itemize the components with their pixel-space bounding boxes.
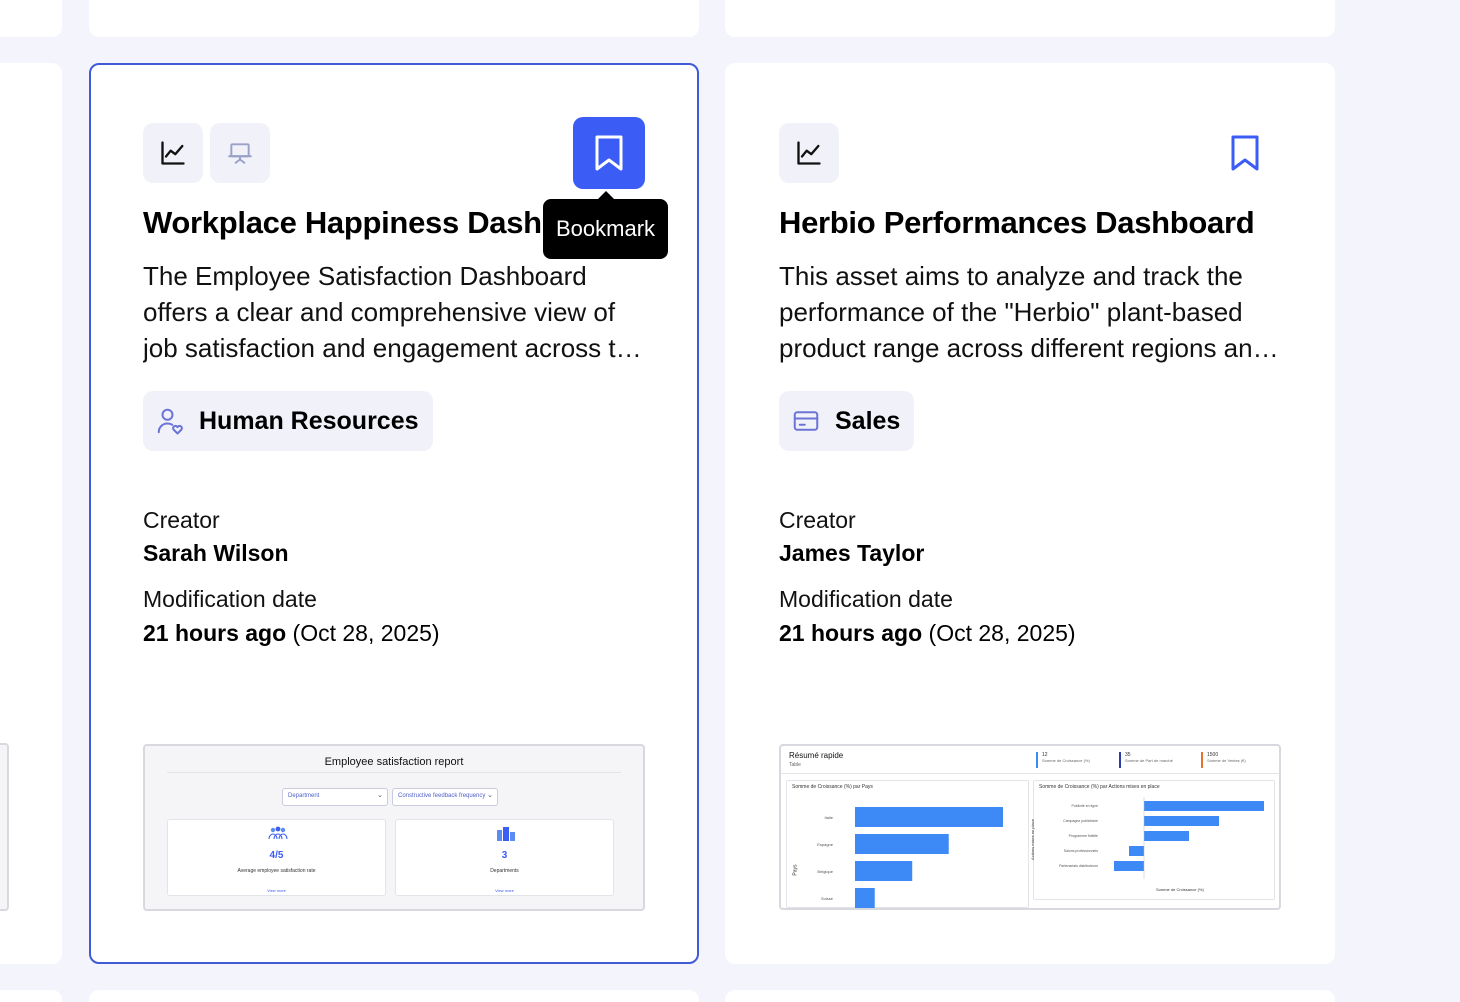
- partial-card-left-thumb: [0, 743, 9, 911]
- bar: [855, 861, 913, 881]
- bar: [1114, 861, 1144, 871]
- bookmark-icon: [595, 135, 623, 171]
- bar: [855, 888, 875, 908]
- creator-name: Sarah Wilson: [143, 540, 289, 566]
- asset-card-workplace-happiness[interactable]: Bookmark Workplace Happiness Dashboard T…: [89, 63, 699, 964]
- preview-filter-feedback: Constructive feedback frequency ⌄: [392, 788, 498, 806]
- preview-title: Employee satisfaction report: [324, 756, 464, 768]
- buildings-icon: [497, 827, 515, 841]
- bookmark-button[interactable]: [1209, 117, 1281, 189]
- asset-card-herbio-performances[interactable]: Herbio Performances Dashboard This asset…: [725, 63, 1335, 964]
- bar: [855, 834, 949, 854]
- preview-kpi-satisfaction: 4/5 Average employee satisfaction rate V…: [167, 819, 386, 896]
- preview-kpi-departments: 3 Departments View more: [395, 819, 614, 896]
- line-chart-icon: [161, 141, 185, 165]
- category-tag-label: Human Resources: [199, 406, 419, 435]
- bookmark-icon: [1231, 135, 1259, 171]
- card-description: The Employee Satisfaction Dashboard offe…: [143, 261, 645, 363]
- bar-label: Suisse: [821, 896, 834, 901]
- category-tag[interactable]: Sales: [779, 391, 915, 451]
- bar-label: Partenariats distributeurs: [1059, 864, 1098, 868]
- dashboard-preview: Employee satisfaction report Department …: [143, 744, 645, 911]
- user-heart-icon: [157, 408, 183, 435]
- presentation-type-icon-box[interactable]: [210, 123, 270, 183]
- date-absolute: (Oct 28, 2025): [292, 620, 440, 646]
- preview-summary-header: Résumé rapide Table 12 Somme de Croissan…: [781, 746, 1279, 774]
- date-relative: 21 hours ago: [143, 620, 287, 646]
- bar-label: Publicité en ligne: [1072, 804, 1099, 808]
- modification-date-label: Modification date: [143, 586, 317, 612]
- preview-chart-pays: Somme de Croissance (%) par Pays Pays It…: [786, 780, 1029, 908]
- preview-filter-department: Department ⌄: [282, 788, 388, 806]
- bar: [1144, 816, 1219, 826]
- bar: [855, 807, 1003, 827]
- modification-date: 21 hours ago (Oct 28, 2025): [143, 620, 440, 647]
- bar: [1144, 801, 1264, 811]
- people-icon: [268, 826, 288, 840]
- partial-card-top-right[interactable]: [725, 0, 1335, 37]
- bar-label: Salons professionnels: [1064, 849, 1098, 853]
- partial-card-left[interactable]: [0, 63, 62, 964]
- partial-card-bottom-left[interactable]: [0, 990, 62, 1002]
- modification-date: 21 hours ago (Oct 28, 2025): [779, 620, 1076, 647]
- card-title[interactable]: Herbio Performances Dashboard: [779, 205, 1299, 241]
- partial-card-top-left[interactable]: [0, 0, 62, 37]
- bar-label: Espagne: [817, 842, 834, 847]
- creator-label: Creator: [779, 507, 856, 533]
- creator-name: James Taylor: [779, 540, 925, 566]
- bar-label: Campagne publicitaire: [1063, 819, 1098, 823]
- date-relative: 21 hours ago: [779, 620, 923, 646]
- partial-card-bottom-right[interactable]: [725, 990, 1335, 1002]
- chart-growth-by-action: Publicité en ligne Campagne publicitaire P…: [1059, 797, 1264, 879]
- credit-card-icon: [793, 411, 819, 431]
- category-tag-label: Sales: [835, 406, 901, 435]
- card-description: This asset aims to analyze and track the…: [779, 261, 1268, 363]
- chart-growth-by-country: Italie Espagne Belgique Suisse: [817, 807, 1003, 908]
- partial-card-top-middle[interactable]: [89, 0, 699, 37]
- category-tag[interactable]: Human Resources: [143, 391, 433, 451]
- creator-label: Creator: [143, 507, 220, 533]
- dashboard-type-icon-box[interactable]: [143, 123, 203, 183]
- partial-card-bottom-middle[interactable]: [89, 990, 699, 1002]
- bookmark-button[interactable]: [573, 117, 645, 189]
- bar-label: Italie: [825, 815, 834, 820]
- bar: [1144, 831, 1189, 841]
- bar-label: Programme fidélité: [1069, 834, 1098, 838]
- bookmark-tooltip: Bookmark: [543, 191, 669, 259]
- modification-date-label: Modification date: [779, 586, 953, 612]
- dashboard-type-icon-box[interactable]: [779, 123, 839, 183]
- dashboard-preview: Résumé rapide Table 12 Somme de Croissan…: [779, 744, 1281, 910]
- card-title[interactable]: Workplace Happiness Dashboard: [143, 205, 543, 241]
- preview-chart-actions: Somme de Croissance (%) par Actions mise…: [1030, 780, 1275, 900]
- bar-label: Belgique: [817, 869, 833, 874]
- date-absolute: (Oct 28, 2025): [928, 620, 1076, 646]
- bar: [1129, 846, 1144, 856]
- presentation-icon: [228, 143, 252, 164]
- line-chart-icon: [797, 141, 821, 165]
